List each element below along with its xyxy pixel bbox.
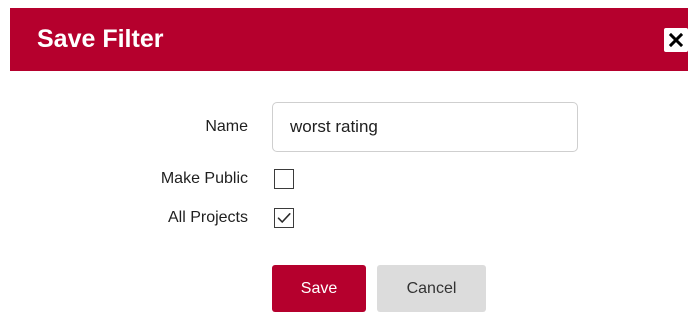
all-projects-label: All Projects (167, 209, 248, 226)
close-icon (669, 33, 683, 47)
cancel-button[interactable]: Cancel (377, 265, 486, 312)
all-projects-checkbox[interactable] (274, 208, 294, 228)
name-label: Name (205, 118, 248, 135)
checkmark-icon (277, 213, 291, 223)
make-public-label: Make Public (160, 170, 248, 187)
dialog-title: Save Filter (37, 25, 164, 53)
save-button[interactable]: Save (272, 265, 366, 312)
save-filter-dialog: Save Filter Name Make Public All Project… (0, 0, 688, 312)
make-public-checkbox[interactable] (274, 169, 294, 189)
close-button[interactable] (664, 28, 688, 52)
dialog-header: Save Filter (10, 8, 688, 71)
name-input[interactable] (272, 102, 578, 152)
